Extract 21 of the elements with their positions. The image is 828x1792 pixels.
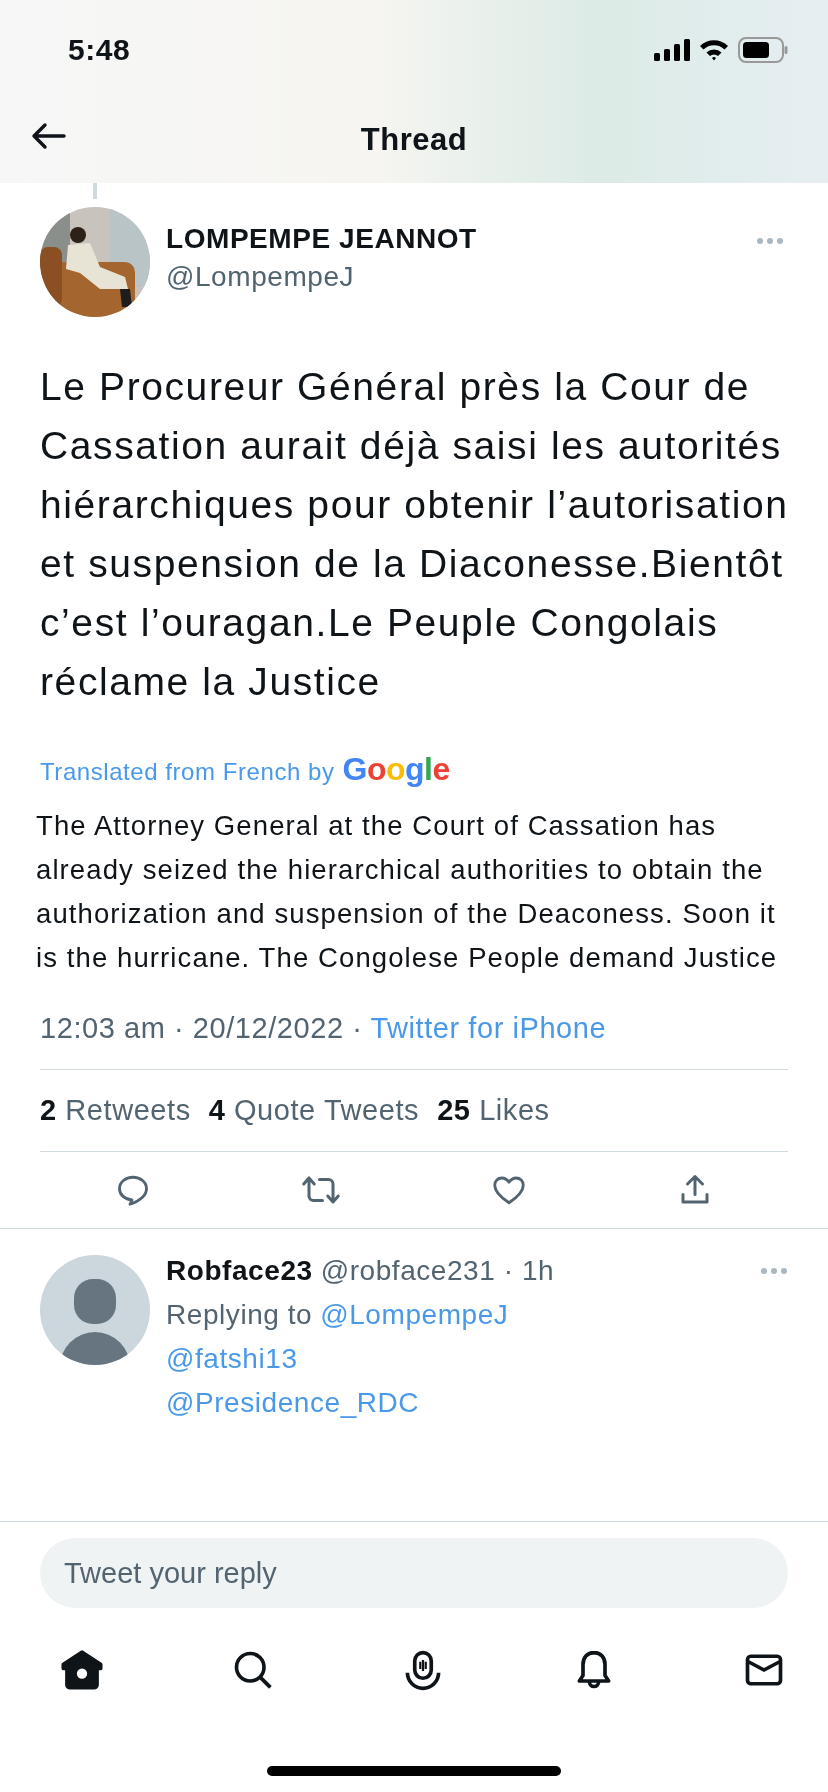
reply-author-name[interactable]: Robface23: [166, 1255, 313, 1287]
status-time: 5:48: [68, 33, 131, 67]
wifi-icon: [698, 38, 730, 62]
translation-label: Translated from French by: [40, 758, 335, 786]
google-logo: Google: [342, 751, 450, 788]
battery-icon: [738, 37, 788, 63]
reply-author-handle[interactable]: @robface231 · 1h: [320, 1255, 752, 1287]
signal-icon: [654, 39, 690, 61]
replying-label: Replying to: [166, 1299, 313, 1331]
tweet-text: Le Procureur Général près la Cour de Cassation aurait déjà saisi les autorités hiérarchiques pour obtenir l’autorisation et suspension de la Diaconesse.Bientôt c’est l’ouragan.Le Peuple Congolais réclame la Justice: [40, 364, 790, 705]
translated-text: The Attorney General at the Court of Cassation has already seized the hierarchical authorities to obtain the authorization and suspension of the Deaconess. Soon it is the hurricane. The Congolese People demand Justice: [36, 809, 779, 975]
home-icon: [60, 1648, 104, 1692]
header-title: Thread: [360, 122, 468, 158]
tweet-timestamp: 12:03 am · 20/12/2022 ·: [40, 1012, 363, 1045]
stat-count[interactable]: 25 Likes: [437, 1094, 550, 1127]
back-button[interactable]: [30, 122, 66, 150]
stat-count[interactable]: 4 Quote Tweets: [208, 1094, 420, 1127]
reply-input-field[interactable]: Tweet your reply: [40, 1538, 788, 1608]
author-handle[interactable]: @LompempeJ: [166, 261, 756, 293]
author-name[interactable]: LOMPEMPE JEANNOT: [166, 223, 756, 255]
stat-count[interactable]: 2 Retweets: [40, 1094, 191, 1127]
